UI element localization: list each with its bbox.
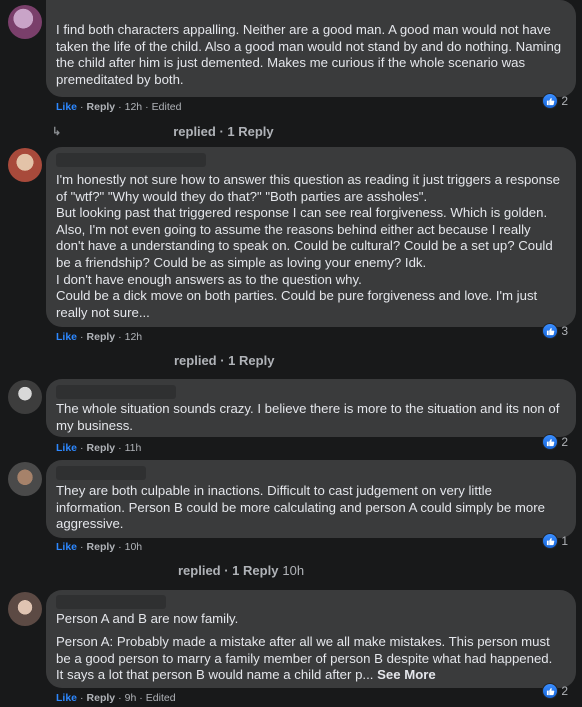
separator: ·	[139, 692, 143, 704]
avatar[interactable]	[8, 5, 42, 39]
separator: ·	[145, 101, 149, 113]
like-thumb-icon	[542, 434, 559, 450]
separator: ·	[118, 331, 122, 343]
reaction-count[interactable]: 3	[542, 323, 568, 339]
comment-bubble: I'm honestly not sure how to answer this…	[46, 147, 576, 327]
commenter-name[interactable]	[56, 466, 146, 480]
like-link[interactable]: Like	[56, 442, 77, 454]
like-link[interactable]: Like	[56, 541, 77, 553]
reply-arrow-icon: ↳	[52, 126, 62, 138]
comment-text: I find both characters appalling. Neithe…	[56, 22, 562, 87]
comment-actions: Like · Reply · 12h	[56, 331, 142, 343]
commenter-name[interactable]	[56, 385, 176, 399]
separator: ·	[80, 331, 84, 343]
separator: ·	[80, 541, 84, 553]
like-thumb-icon	[542, 323, 559, 339]
comment-actions: Like · Reply · 9h · Edited	[56, 692, 176, 704]
like-thumb-icon	[542, 683, 559, 699]
view-replies-link[interactable]: replied · 1 Reply 10h	[178, 563, 304, 578]
commenter-name[interactable]	[56, 153, 206, 167]
comment-bubble: The whole situation sounds crazy. I beli…	[46, 379, 576, 437]
replies-label: replied · 1 Reply	[173, 124, 274, 139]
reaction-number: 2	[561, 435, 568, 449]
edited-label: Edited	[151, 101, 182, 113]
replies-time: 10h	[282, 563, 305, 578]
like-link[interactable]: Like	[56, 101, 77, 113]
reply-link[interactable]: Reply	[87, 442, 116, 454]
comment-text: I'm honestly not sure how to answer this…	[56, 172, 560, 320]
comment-text: Person A and B are now family.	[56, 611, 239, 626]
avatar[interactable]	[8, 380, 42, 414]
reaction-number: 1	[561, 534, 568, 548]
replies-label: replied · 1 Reply	[174, 353, 275, 368]
reply-link[interactable]: Reply	[87, 331, 116, 343]
replies-label: replied · 1 Reply	[178, 563, 279, 578]
separator: ·	[118, 101, 122, 113]
comment-actions: Like · Reply · 11h	[56, 442, 141, 454]
like-link[interactable]: Like	[56, 692, 77, 704]
reaction-number: 2	[561, 94, 568, 108]
separator: ·	[80, 442, 84, 454]
comment-text-truncated: Person A: Probably made a mistake after …	[56, 634, 553, 683]
separator: ·	[80, 692, 84, 704]
comment-bubble: I find both characters appalling. Neithe…	[46, 0, 576, 97]
separator: ·	[118, 442, 122, 454]
reaction-count[interactable]: 2	[542, 434, 568, 450]
separator: ·	[118, 541, 122, 553]
avatar[interactable]	[8, 592, 42, 626]
comment-actions: Like · Reply · 10h	[56, 541, 142, 553]
timestamp[interactable]: 12h	[125, 101, 143, 113]
timestamp[interactable]: 11h	[125, 442, 142, 454]
comment-text: They are both culpable in inactions. Dif…	[56, 483, 545, 532]
comment-bubble: They are both culpable in inactions. Dif…	[46, 460, 576, 538]
like-thumb-icon	[542, 93, 559, 109]
reply-link[interactable]: Reply	[87, 541, 116, 553]
separator: ·	[80, 101, 84, 113]
comment-text-continued: Person A: Probably made a mistake after …	[56, 634, 562, 684]
timestamp[interactable]: 12h	[125, 331, 143, 343]
comment-bubble: Person A and B are now family. Person A:…	[46, 590, 576, 688]
avatar[interactable]	[8, 148, 42, 182]
reaction-count[interactable]: 1	[542, 533, 568, 549]
comment-text: The whole situation sounds crazy. I beli…	[56, 401, 560, 433]
see-more-link[interactable]: See More	[377, 667, 436, 682]
timestamp[interactable]: 10h	[125, 541, 143, 553]
reaction-count[interactable]: 2	[542, 93, 568, 109]
reaction-count[interactable]: 2	[542, 683, 568, 699]
reply-link[interactable]: Reply	[87, 692, 116, 704]
reaction-number: 3	[561, 324, 568, 338]
view-replies-link[interactable]: replied · 1 Reply	[174, 353, 274, 368]
reaction-number: 2	[561, 684, 568, 698]
view-replies-link[interactable]: ↳ replied · 1 Reply	[52, 124, 274, 139]
avatar[interactable]	[8, 462, 42, 496]
reply-link[interactable]: Reply	[87, 101, 116, 113]
like-link[interactable]: Like	[56, 331, 77, 343]
commenter-name[interactable]	[56, 595, 166, 609]
comment-actions: Like · Reply · 12h · Edited	[56, 101, 181, 113]
separator: ·	[118, 692, 122, 704]
timestamp[interactable]: 9h	[125, 692, 137, 704]
like-thumb-icon	[542, 533, 559, 549]
edited-label: Edited	[145, 692, 176, 704]
